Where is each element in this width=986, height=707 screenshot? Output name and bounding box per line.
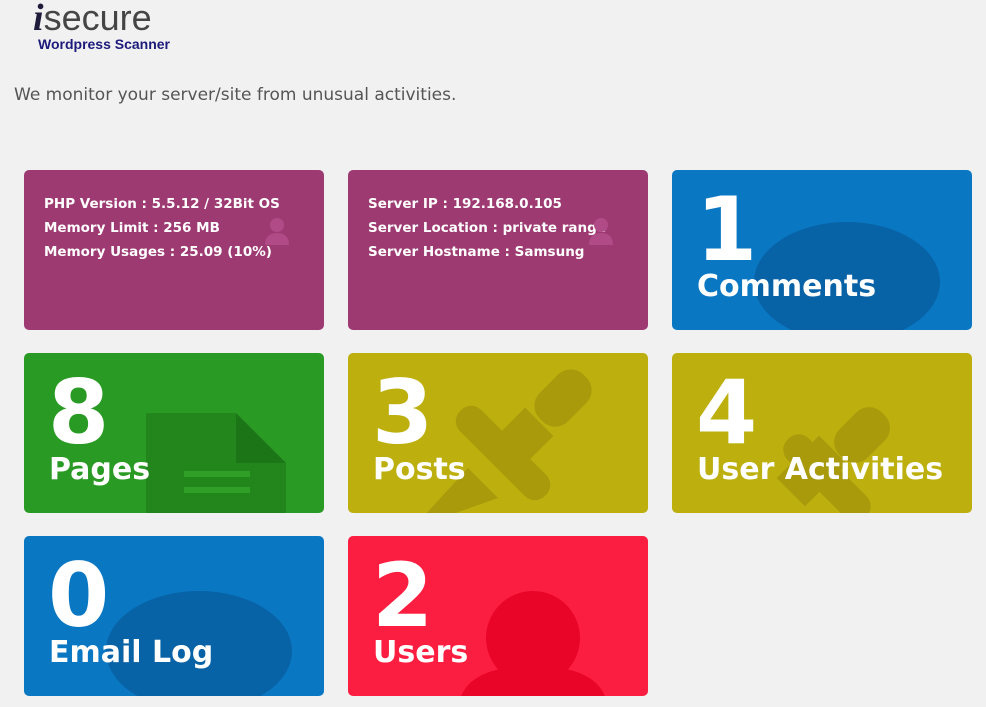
- logo-main-text: secure: [43, 0, 152, 38]
- email-log-tile[interactable]: 0 Email Log: [24, 536, 324, 696]
- posts-tile[interactable]: 3 Posts: [348, 353, 648, 513]
- server-info-tile[interactable]: Server IP : 192.168.0.105 Server Locatio…: [348, 170, 648, 330]
- email-log-label: Email Log: [49, 635, 214, 670]
- comments-label: Comments: [697, 269, 877, 304]
- user-icon: [589, 218, 613, 245]
- user-activities-label: User Activities: [697, 452, 944, 487]
- comments-tile[interactable]: 1 Comments: [672, 170, 972, 330]
- user-activities-tile[interactable]: 4 User Activities: [672, 353, 972, 513]
- pages-count: 8: [48, 361, 110, 464]
- memory-usage-text: Memory Usages : 25.09 (10%): [44, 244, 272, 260]
- users-label: Users: [373, 635, 469, 670]
- tagline: We monitor your server/site from unusual…: [14, 85, 457, 105]
- logo-wordmark: isecure: [33, 0, 152, 38]
- memory-limit-text: Memory Limit : 256 MB: [44, 220, 220, 236]
- email-log-count: 0: [48, 544, 110, 647]
- users-count: 2: [372, 544, 434, 647]
- user-activities-count: 4: [696, 361, 758, 464]
- isecure-logo[interactable]: isecure Wordpress Scanner: [30, 0, 190, 56]
- php-version-text: PHP Version : 5.5.12 / 32Bit OS: [44, 196, 280, 212]
- pages-label: Pages: [49, 452, 151, 487]
- logo-subtitle: Wordpress Scanner: [38, 36, 171, 52]
- user-icon: [265, 218, 289, 245]
- logo-i: i: [33, 0, 44, 39]
- users-tile[interactable]: 2 Users: [348, 536, 648, 696]
- server-location-text: Server Location : private range: [368, 220, 606, 236]
- server-hostname-text: Server Hostname : Samsung: [368, 244, 585, 260]
- comments-count: 1: [696, 178, 758, 281]
- pages-tile[interactable]: 8 Pages: [24, 353, 324, 513]
- php-info-tile[interactable]: PHP Version : 5.5.12 / 32Bit OS Memory L…: [24, 170, 324, 330]
- server-ip-text: Server IP : 192.168.0.105: [368, 196, 562, 212]
- posts-label: Posts: [373, 452, 466, 487]
- posts-count: 3: [372, 361, 434, 464]
